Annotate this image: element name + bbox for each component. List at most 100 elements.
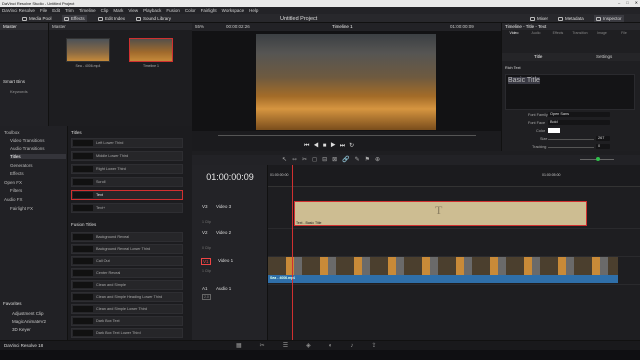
fx-thumb-icon <box>73 318 93 324</box>
audio-clip[interactable]: Sea - 4006.mp4 <box>268 275 618 283</box>
fx-text-plus[interactable]: Text+ <box>71 203 183 213</box>
scrubber[interactable] <box>218 135 476 136</box>
size-value[interactable]: 267 <box>596 136 610 141</box>
tracking-value[interactable]: 0 <box>596 144 610 149</box>
fx-middle-lower-third[interactable]: Middle Lower Third <box>71 151 183 161</box>
menu-fusion[interactable]: Fusion <box>166 8 180 13</box>
fx-left-lower-third[interactable]: Left Lower Third <box>71 138 183 148</box>
subtab-title[interactable]: Title <box>534 54 542 59</box>
fx-fusion-item[interactable]: Clean and Simple <box>71 280 183 290</box>
rich-text-field[interactable]: Basic Title <box>505 74 635 110</box>
fx-thumb-icon <box>73 179 93 185</box>
fx-fusion-item[interactable]: Dark Box Text <box>71 316 183 326</box>
titles-header: Titles <box>71 130 82 135</box>
timeline-toolbar: ↖⇿✂◻⊟⊠🔗✎⚑⊕ <box>192 155 640 165</box>
minimize-icon[interactable]: – <box>618 0 620 5</box>
favorites-panel: Favorites Adjustment Clip MagicAnimateV2… <box>0 300 68 340</box>
edit-tools[interactable]: ↖⇿✂◻⊟⊠🔗✎⚑⊕ <box>282 156 385 163</box>
edit-index-button[interactable]: Edit Index <box>96 15 127 22</box>
metadata-button[interactable]: Metadata <box>556 15 586 22</box>
tracking-slider[interactable] <box>548 147 594 148</box>
favorite-item[interactable]: Adjustment Clip <box>12 311 44 316</box>
fx-fusion-item[interactable]: Call Out <box>71 256 183 266</box>
fx-fusion-item[interactable]: Clean and Simple Lower Third <box>71 304 183 314</box>
tree-filters[interactable]: Filters <box>10 188 22 193</box>
bin-master[interactable]: Master <box>0 23 48 30</box>
tab-video[interactable]: Video <box>504 31 524 35</box>
fx-fusion-item[interactable]: Background Reveal Lower Third <box>71 244 183 254</box>
menu-mark[interactable]: Mark <box>113 8 123 13</box>
menu-fairlight[interactable]: Fairlight <box>201 8 217 13</box>
tree-audio-fx[interactable]: Audio FX <box>4 197 23 202</box>
tab-image[interactable]: Image <box>592 31 612 35</box>
favorite-item[interactable]: 3D Keyer <box>12 327 31 332</box>
tree-audio-transitions[interactable]: Audio Transitions <box>10 146 45 151</box>
keywords-bin[interactable]: Keywords <box>10 89 28 94</box>
tree-titles[interactable]: Titles <box>10 154 66 159</box>
close-icon[interactable]: ✕ <box>635 0 638 5</box>
subtab-settings[interactable]: Settings <box>596 54 612 59</box>
video-clip[interactable] <box>268 257 618 275</box>
media-pool-button[interactable]: Media Pool <box>20 15 54 22</box>
fx-text[interactable]: Text <box>71 190 183 200</box>
fx-fusion-item[interactable]: Dark Box Text Lower Third <box>71 328 183 338</box>
effects-button[interactable]: Effects <box>62 15 87 22</box>
subtab-bar: Title Settings <box>502 53 640 61</box>
title-clip[interactable]: T Text - Basic Title <box>294 201 587 226</box>
inspector-button[interactable]: Inspector <box>594 15 624 22</box>
size-slider[interactable] <box>548 139 594 140</box>
inspector-panel: Timeline - Title - Text Video Audio Effe… <box>501 23 640 151</box>
tab-audio[interactable]: Audio <box>526 31 546 35</box>
project-title-text: Untitled Project <box>280 15 318 22</box>
video-clip-label: Sea - 4006.mp4 <box>270 276 295 280</box>
mixer-button[interactable]: Mixer <box>528 15 550 22</box>
fx-right-lower-third[interactable]: Right Lower Third <box>71 164 183 174</box>
menu-color[interactable]: Color <box>185 8 196 13</box>
page-icons[interactable]: ▦✂☰◈◐♪⇪ <box>236 342 394 349</box>
tree-open-fx[interactable]: Open FX <box>4 180 22 185</box>
viewer-zoom[interactable]: 55% <box>195 24 204 29</box>
fx-fusion-item[interactable]: Background Reveal <box>71 232 183 242</box>
sound-library-icon <box>136 16 141 21</box>
tab-file[interactable]: File <box>614 31 634 35</box>
menu-trim[interactable]: Trim <box>65 8 74 13</box>
maximize-icon[interactable]: □ <box>626 0 628 5</box>
menu-clip[interactable]: Clip <box>101 8 109 13</box>
tree-toolbox[interactable]: Toolbox <box>4 130 20 135</box>
tab-effects[interactable]: Effects <box>548 31 568 35</box>
tree-fairlight-fx[interactable]: Fairlight FX <box>10 206 33 211</box>
playhead[interactable] <box>292 165 293 340</box>
clip-thumbnail-sea[interactable] <box>66 38 110 62</box>
sound-library-button[interactable]: Sound Library <box>134 15 173 22</box>
tree-effects[interactable]: Effects <box>10 171 24 176</box>
fx-fusion-item[interactable]: Center Reveal <box>71 268 183 278</box>
fx-scroll[interactable]: Scroll <box>71 177 183 187</box>
menu-edit[interactable]: Edit <box>52 8 60 13</box>
font-family-select[interactable]: Open Sans <box>548 112 610 117</box>
clip-thumbnail-timeline[interactable] <box>129 38 173 62</box>
menu-playback[interactable]: Playback <box>143 8 161 13</box>
clip-label-sea: Sea - 4006.mp4 <box>75 64 101 68</box>
menu-timeline[interactable]: Timeline <box>79 8 96 13</box>
window-titlebar: DaVinci Resolve Studio - Untitled Projec… <box>0 0 640 7</box>
timeline-ruler[interactable]: 01:00:00:00 01:00:05:00 <box>268 165 640 187</box>
menu-view[interactable]: View <box>128 8 138 13</box>
fx-label: Clean and Simple <box>96 283 126 287</box>
menu-workspace[interactable]: Workspace <box>222 8 244 13</box>
favorite-item[interactable]: MagicAnimateV2 <box>12 319 46 324</box>
font-face-select[interactable]: Bold <box>548 120 610 125</box>
tree-generators[interactable]: Generators <box>10 163 33 168</box>
zoom-handle[interactable] <box>596 157 600 161</box>
menu-file[interactable]: File <box>40 8 47 13</box>
media-pool-label: Media Pool <box>29 16 52 21</box>
timeline-selector[interactable]: Timeline 1 <box>332 24 353 29</box>
tree-video-transitions[interactable]: Video Transitions <box>10 138 44 143</box>
menu-help[interactable]: Help <box>249 8 258 13</box>
transport-buttons[interactable]: ⏮◀■▶⏭↻ <box>304 142 358 150</box>
tab-transition[interactable]: Transition <box>570 31 590 35</box>
fx-label: Text+ <box>96 206 106 210</box>
color-swatch[interactable] <box>548 128 560 133</box>
fx-fusion-item[interactable]: Clean and Simple Heading Lower Third <box>71 292 183 302</box>
menu-davinci[interactable]: DaVinci Resolve <box>2 8 35 13</box>
favorites-header: Favorites <box>3 301 22 306</box>
